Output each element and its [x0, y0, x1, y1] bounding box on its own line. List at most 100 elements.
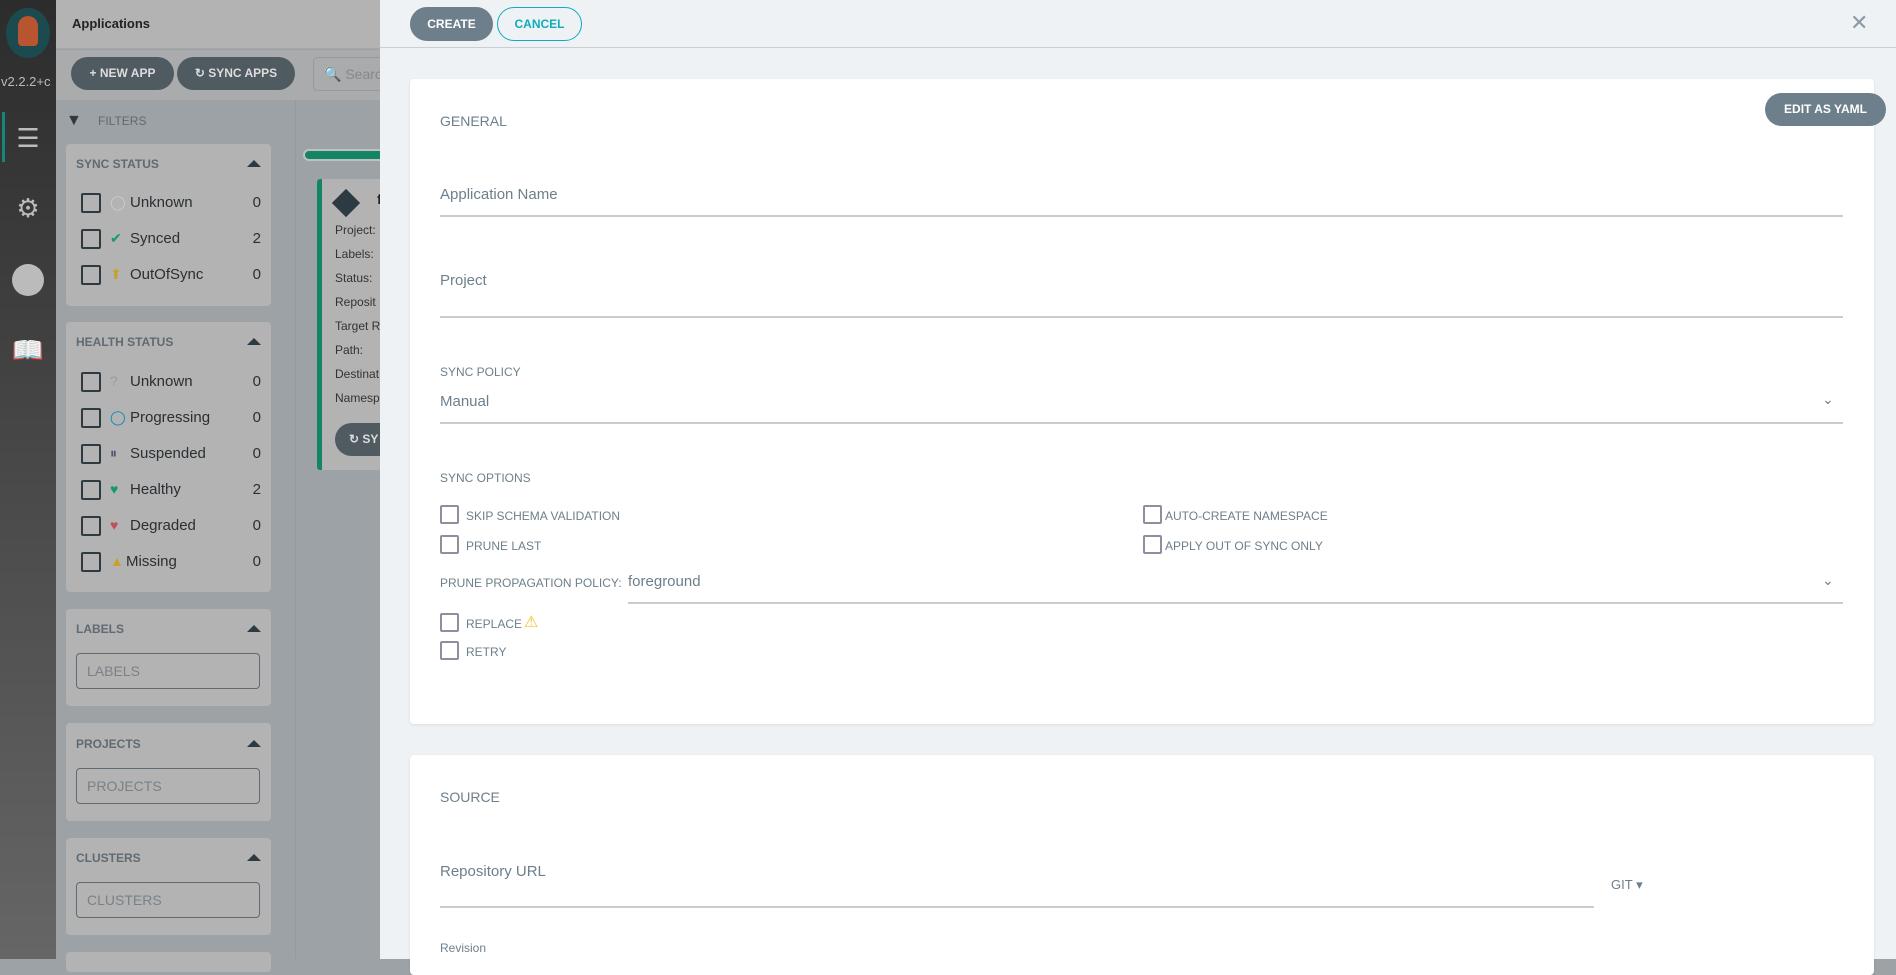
close-icon[interactable]: ✕	[1850, 10, 1868, 36]
filter-health-degraded[interactable]: ♥ Degraded 0	[81, 515, 261, 537]
skip-schema-label: SKIP SCHEMA VALIDATION	[466, 509, 621, 523]
heart-icon: ♥	[110, 481, 119, 497]
gear-icon[interactable]: ⚙	[8, 188, 48, 228]
count: 0	[252, 194, 261, 211]
filters-title: FILTERS	[98, 114, 147, 128]
create-app-panel: CREATE CANCEL ✕ GENERAL EDIT AS YAML App…	[380, 0, 1896, 975]
chevron-down-icon[interactable]: ⌄	[1822, 572, 1834, 589]
sync-apps-button[interactable]: ↻ SYNC APPS	[177, 57, 295, 90]
label: Healthy	[130, 481, 181, 498]
sync-policy-label: SYNC POLICY	[440, 365, 521, 379]
prune-policy-select[interactable]: foreground	[628, 573, 701, 590]
filter-health-progressing[interactable]: ◯ Progressing 0	[81, 407, 261, 429]
filter-health-suspended[interactable]: ⏸ Suspended 0	[81, 443, 261, 465]
edit-as-yaml-button[interactable]: EDIT AS YAML	[1765, 93, 1886, 126]
apply-out-of-sync-checkbox[interactable]	[1143, 535, 1162, 554]
checkbox[interactable]	[81, 229, 101, 249]
labels-filter: LABELS LABELS	[66, 609, 271, 706]
count: 0	[252, 409, 261, 426]
prune-last-checkbox[interactable]	[440, 535, 459, 554]
clusters-input[interactable]: CLUSTERS	[76, 882, 260, 918]
skip-schema-checkbox[interactable]	[440, 505, 459, 524]
application-name-input[interactable]	[440, 215, 1843, 217]
caret-down-icon: ▾	[1636, 877, 1643, 892]
retry-checkbox[interactable]	[440, 641, 459, 660]
filter-health-missing[interactable]: ▲ Missing 0	[81, 551, 261, 573]
checkbox[interactable]	[81, 552, 101, 572]
label: Unknown	[130, 194, 193, 211]
create-button[interactable]: CREATE	[410, 7, 493, 41]
pause-icon: ⏸	[110, 445, 117, 461]
prune-policy-underline	[628, 602, 1843, 604]
field-label: Destinat	[335, 367, 380, 381]
argo-logo[interactable]	[6, 8, 50, 58]
label: Suspended	[130, 445, 206, 462]
labels-title: LABELS	[76, 622, 124, 636]
clusters-title: CLUSTERS	[76, 851, 141, 865]
version-label: v2.2.2+c	[1, 74, 51, 89]
label: Progressing	[130, 409, 211, 426]
new-app-button[interactable]: + NEW APP	[71, 57, 174, 90]
repository-url-input[interactable]	[440, 906, 1594, 908]
checkbox[interactable]	[81, 444, 101, 464]
retry-label: RETRY	[466, 645, 507, 659]
project-input[interactable]	[440, 316, 1843, 318]
filter-health-unknown[interactable]: ? Unknown 0	[81, 371, 261, 393]
label: Missing	[126, 553, 177, 570]
ghost-icon: ▲	[110, 553, 124, 569]
collapse-icon[interactable]	[247, 338, 261, 345]
checkbox[interactable]	[81, 265, 101, 285]
cancel-button[interactable]: CANCEL	[497, 7, 582, 41]
auto-create-namespace-checkbox[interactable]	[1143, 505, 1162, 524]
filter-icon: ▼	[66, 112, 82, 129]
collapse-icon[interactable]	[247, 160, 261, 167]
filter-sync-unknown[interactable]: ◯ Unknown 0	[81, 192, 261, 214]
count: 2	[252, 481, 261, 498]
checkbox[interactable]	[81, 408, 101, 428]
collapse-icon[interactable]	[247, 854, 261, 861]
filter-sync-synced[interactable]: ✔ Synced 2	[81, 228, 261, 250]
count: 0	[252, 445, 261, 462]
sync-status-filter: SYNC STATUS ◯ Unknown 0 ✔ Synced 2 ⬆ OutOfSyn…	[66, 144, 271, 306]
projects-input[interactable]: PROJECTS	[76, 768, 260, 804]
unknown-circle-icon: ◯	[110, 194, 126, 210]
filter-sync-outofsync[interactable]: ⬆ OutOfSync 0	[81, 264, 261, 286]
projects-title: PROJECTS	[76, 737, 141, 751]
sync-label: SY	[362, 432, 379, 446]
count: 0	[252, 517, 261, 534]
question-icon: ?	[110, 373, 118, 389]
apply-out-of-sync-label: APPLY OUT OF SYNC ONLY	[1165, 539, 1323, 553]
repo-type-dropdown[interactable]: GIT ▾	[1611, 877, 1643, 893]
filter-health-healthy[interactable]: ♥ Healthy 2	[81, 479, 261, 501]
chevron-down-icon[interactable]: ⌄	[1822, 391, 1834, 408]
git-icon	[331, 188, 361, 218]
replace-checkbox[interactable]	[440, 613, 459, 632]
docs-icon[interactable]: 📖	[8, 330, 48, 370]
layers-icon[interactable]: ☰	[8, 118, 48, 158]
checkbox[interactable]	[81, 516, 101, 536]
sync-policy-select[interactable]: Manual	[440, 393, 489, 410]
top-header: Applications	[56, 0, 380, 49]
application-name-label: Application Name	[440, 186, 558, 203]
checkbox[interactable]	[81, 480, 101, 500]
warning-icon: ⚠	[524, 614, 539, 631]
general-section: GENERAL EDIT AS YAML Application Name Pr…	[410, 79, 1886, 724]
field-label: Status:	[335, 271, 373, 285]
health-status-title: HEALTH STATUS	[76, 335, 174, 349]
field-label: Namesp	[335, 391, 380, 405]
count: 0	[252, 266, 261, 283]
check-circle-icon: ✔	[110, 230, 122, 246]
checkbox[interactable]	[81, 193, 101, 213]
collapse-icon[interactable]	[247, 740, 261, 747]
field-label: Project:	[335, 223, 376, 237]
user-icon[interactable]	[8, 258, 48, 298]
repo-type-value: GIT	[1611, 877, 1633, 892]
repository-url-label: Repository URL	[440, 863, 546, 880]
health-status-filter: HEALTH STATUS ? Unknown 0 ◯ Progressing 0 ⏸ S…	[66, 322, 271, 592]
broken-heart-icon: ♥	[110, 517, 119, 533]
collapse-icon[interactable]	[247, 625, 261, 632]
projects-filter: PROJECTS PROJECTS	[66, 723, 271, 821]
checkbox[interactable]	[81, 372, 101, 392]
labels-input[interactable]: LABELS	[76, 653, 260, 689]
general-title: GENERAL	[440, 113, 507, 129]
